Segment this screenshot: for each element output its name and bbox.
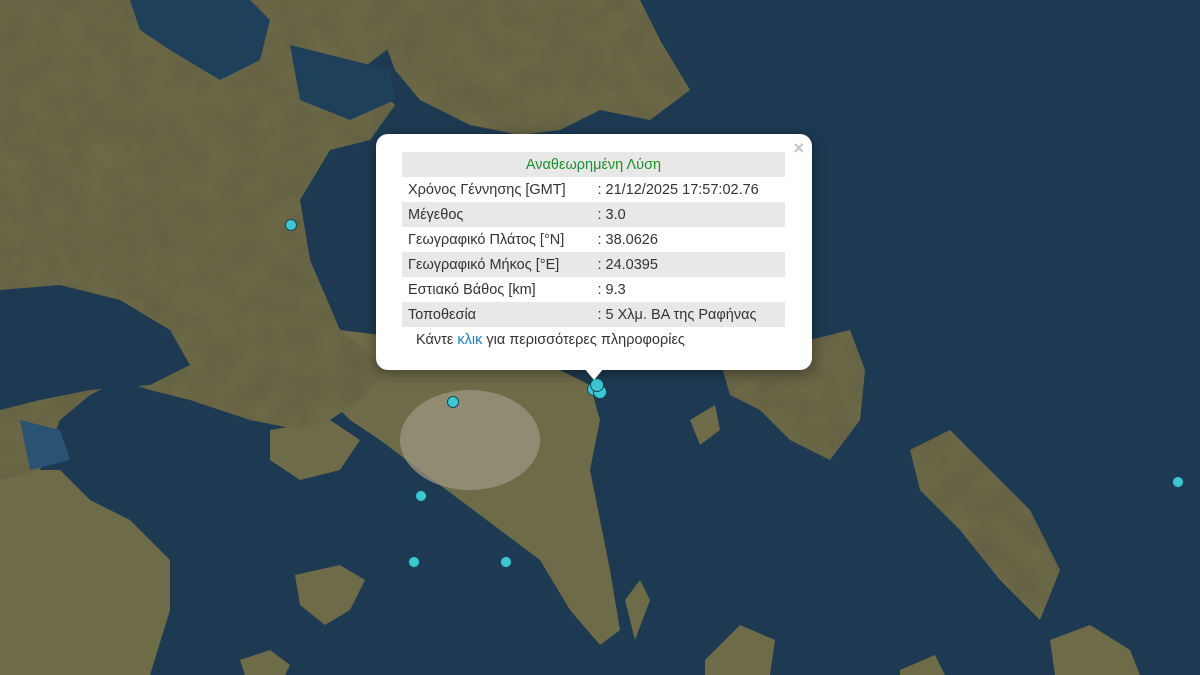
- earthquake-marker[interactable]: [415, 490, 427, 502]
- info-row: Γεωγραφικό Πλάτος [°N] : 38.0626: [402, 227, 785, 252]
- info-label: Χρόνος Γέννησης [GMT]: [408, 181, 566, 198]
- more-info-text: Κάντε κλικ για περισσότερες πληροφορίες: [402, 327, 786, 348]
- popup-title: Αναθεωρημένη Λύση: [402, 152, 785, 177]
- info-value: : 5 Χλμ. ΒΑ της Ραφήνας: [591, 302, 785, 327]
- info-row: Τοποθεσία : 5 Χλμ. ΒΑ της Ραφήνας: [402, 302, 785, 327]
- info-row: Χρόνος Γέννησης [GMT] : 21/12/2025 17:57…: [402, 177, 785, 202]
- info-label: Μέγεθος: [402, 202, 592, 227]
- info-value: : 24.0395: [591, 252, 785, 277]
- earthquake-marker[interactable]: [1172, 476, 1184, 488]
- more-info-prefix: Κάντε: [416, 332, 454, 348]
- info-row: Γεωγραφικό Μήκος [°E] : 24.0395: [402, 252, 785, 277]
- info-value: : 21/12/2025 17:57:02.76: [597, 181, 759, 198]
- info-value: : 9.3: [597, 281, 626, 298]
- earthquake-info-popup: × Αναθεωρημένη Λύση Χρόνος Γέννησης [GMT…: [376, 134, 812, 370]
- more-info-link[interactable]: κλικ: [457, 332, 482, 348]
- info-row: Εστιακό Βάθος [km] : 9.3: [402, 277, 785, 302]
- info-label: Γεωγραφικό Πλάτος [°N]: [408, 231, 565, 248]
- info-label: Γεωγραφικό Μήκος [°E]: [402, 252, 592, 277]
- popup-title-row: Αναθεωρημένη Λύση: [402, 152, 785, 177]
- earthquake-info-table: Αναθεωρημένη Λύση Χρόνος Γέννησης [GMT] …: [402, 152, 785, 327]
- info-value: : 3.0: [591, 202, 785, 227]
- more-info-suffix: για περισσότερες πληροφορίες: [486, 332, 685, 348]
- earthquake-marker[interactable]: [500, 556, 512, 568]
- earthquake-marker[interactable]: [447, 396, 459, 408]
- popup-pointer: [584, 368, 604, 380]
- info-label: Τοποθεσία: [402, 302, 592, 327]
- earthquake-marker-selected[interactable]: [590, 378, 604, 392]
- info-value: : 38.0626: [597, 231, 658, 248]
- earthquake-marker[interactable]: [408, 556, 420, 568]
- urban-area: [400, 390, 540, 490]
- earthquake-marker[interactable]: [285, 219, 297, 231]
- info-label: Εστιακό Βάθος [km]: [408, 281, 536, 298]
- close-icon[interactable]: ×: [793, 138, 804, 158]
- info-row: Μέγεθος : 3.0: [402, 202, 785, 227]
